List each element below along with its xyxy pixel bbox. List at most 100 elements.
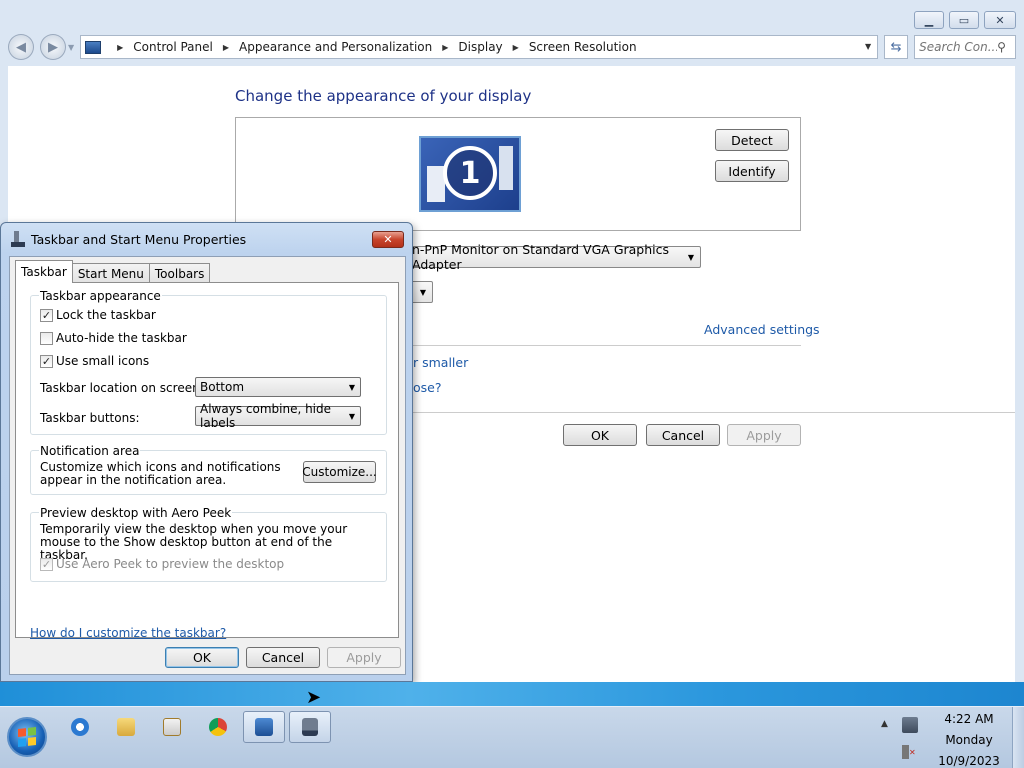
chrome-icon	[209, 718, 227, 736]
buttons-value: Always combine, hide labels	[200, 402, 332, 430]
monitor-1-icon[interactable]: 1	[419, 136, 521, 212]
close-button[interactable]: ✕	[984, 11, 1016, 29]
address-dropdown-icon[interactable]: ▼	[865, 42, 871, 51]
breadcrumb-appearance[interactable]: Appearance and Personalization	[239, 40, 432, 54]
media-player-icon	[163, 718, 181, 736]
control-panel-icon	[85, 40, 102, 54]
refresh-button[interactable]: ⇆	[884, 35, 909, 59]
breadcrumb-display[interactable]: Display	[458, 40, 502, 54]
breadcrumb-separator: ▶	[442, 42, 449, 52]
text-size-link[interactable]: r smaller	[413, 355, 468, 370]
dialog-ok-button[interactable]: OK	[165, 647, 239, 668]
start-button[interactable]	[7, 717, 47, 757]
internet-explorer-taskbar-button[interactable]	[59, 711, 101, 743]
mouse-cursor-icon: ➤	[306, 687, 322, 708]
auto-hide-checkbox[interactable]	[40, 331, 53, 345]
taskbar-properties-dialog: Taskbar and Start Menu Properties ✕ Task…	[0, 222, 413, 682]
display-select[interactable]: n-PnP Monitor on Standard VGA Graphics A…	[391, 242, 701, 272]
divider	[391, 345, 801, 346]
clock-date: 10/9/2023	[938, 754, 1000, 768]
dialog-close-button[interactable]: ✕	[372, 231, 404, 248]
tab-taskbar[interactable]: Taskbar	[15, 260, 73, 283]
monitor-window-graphic	[499, 146, 513, 190]
group-label: Taskbar appearance	[39, 289, 162, 303]
cancel-button[interactable]: Cancel	[646, 424, 720, 446]
identify-button[interactable]: Identify	[715, 160, 789, 182]
lock-taskbar-row[interactable]: ✓ Lock the taskbar	[40, 308, 156, 322]
back-button[interactable]: ◀	[8, 34, 34, 60]
display-settings-help-link[interactable]: ose?	[413, 380, 442, 395]
minimize-button[interactable]: ▁	[914, 11, 944, 29]
auto-hide-row[interactable]: Auto-hide the taskbar	[40, 331, 187, 345]
volume-muted-icon[interactable]	[902, 745, 918, 759]
lock-taskbar-label: Lock the taskbar	[56, 308, 156, 322]
monitor-number: 1	[443, 146, 497, 200]
taskbar-properties-taskbar-button[interactable]	[289, 711, 331, 743]
advanced-settings-link[interactable]: Advanced settings	[704, 322, 820, 337]
address-bar[interactable]: ▶ Control Panel ▶ Appearance and Persona…	[80, 35, 879, 59]
taskbar-appearance-group: Taskbar appearance ✓ Lock the taskbar Au…	[30, 289, 387, 435]
show-desktop-button[interactable]	[1012, 707, 1024, 768]
system-clock[interactable]: 4:22 AM Monday 10/9/2023	[930, 709, 1008, 768]
chevron-down-icon: ▼	[419, 288, 426, 297]
help-link[interactable]: How do I customize the taskbar?	[30, 626, 226, 640]
navigation-bar: ◀ ▶ ▼ ▶ Control Panel ▶ Appearance and P…	[8, 34, 1017, 60]
taskbar: ▲ 4:22 AM Monday 10/9/2023	[0, 706, 1024, 768]
chevron-down-icon: ▼	[348, 412, 355, 421]
forward-button[interactable]: ▶	[39, 34, 66, 60]
tab-strip: Taskbar Start Menu Toolbars	[15, 260, 211, 283]
tab-start-menu[interactable]: Start Menu	[71, 263, 150, 283]
breadcrumb-control-panel[interactable]: Control Panel	[133, 40, 213, 54]
tab-toolbars[interactable]: Toolbars	[148, 263, 211, 283]
clock-day: Monday	[945, 733, 993, 747]
network-icon[interactable]	[902, 717, 918, 733]
window-controls: ▁ ▭ ✕	[914, 11, 1016, 29]
chrome-taskbar-button[interactable]	[197, 711, 239, 743]
chevron-down-icon: ▼	[348, 383, 355, 392]
aero-peek-group: Preview desktop with Aero Peek Temporari…	[30, 506, 387, 582]
media-player-taskbar-button[interactable]	[151, 711, 193, 743]
small-icons-checkbox[interactable]: ✓	[40, 354, 53, 368]
breadcrumb: ▶ Control Panel ▶ Appearance and Persona…	[107, 40, 636, 54]
explorer-taskbar-button[interactable]	[105, 711, 147, 743]
detect-button[interactable]: Detect	[715, 129, 789, 151]
breadcrumb-screen-resolution[interactable]: Screen Resolution	[529, 40, 637, 54]
show-hidden-icons-icon[interactable]: ▲	[881, 719, 888, 729]
search-input[interactable]	[919, 40, 998, 54]
control-panel-icon	[255, 718, 273, 736]
control-panel-taskbar-button[interactable]	[243, 711, 285, 743]
buttons-label: Taskbar buttons:	[40, 411, 140, 425]
customize-button[interactable]: Customize...	[302, 461, 377, 483]
breadcrumb-separator: ▶	[222, 42, 230, 52]
search-icon[interactable]: ⚲	[997, 40, 1006, 54]
small-icons-row[interactable]: ✓ Use small icons	[40, 354, 149, 368]
recent-pages-dropdown-icon[interactable]: ▼	[68, 43, 74, 52]
apply-button: Apply	[727, 424, 801, 446]
clock-time: 4:22 AM	[944, 712, 994, 726]
notification-description: Customize which icons and notifications …	[40, 460, 281, 487]
buttons-select[interactable]: Always combine, hide labels ▼	[195, 402, 361, 430]
windows-logo-icon	[18, 727, 36, 747]
aero-peek-row: ✓ Use Aero Peek to preview the desktop	[40, 557, 284, 571]
close-icon: ✕	[383, 233, 393, 246]
ok-button[interactable]: OK	[563, 424, 637, 446]
taskbar-tab-panel: Taskbar appearance ✓ Lock the taskbar Au…	[15, 282, 399, 640]
maximize-button[interactable]: ▭	[949, 11, 979, 29]
dialog-title: Taskbar and Start Menu Properties	[31, 231, 247, 247]
desktop-background	[0, 682, 1024, 706]
notification-area-group: Notification area Customize which icons …	[30, 444, 387, 495]
taskbar-properties-icon	[302, 718, 318, 736]
dialog-titlebar[interactable]: Taskbar and Start Menu Properties	[11, 231, 246, 247]
dialog-cancel-button[interactable]: Cancel	[246, 647, 320, 668]
dialog-apply-button: Apply	[327, 647, 401, 668]
dialog-body: Taskbar Start Menu Toolbars Taskbar appe…	[9, 256, 406, 675]
page-title: Change the appearance of your display	[235, 87, 532, 105]
search-box[interactable]: ⚲	[914, 35, 1017, 59]
aero-peek-checkbox: ✓	[40, 557, 53, 571]
display-select-value: n-PnP Monitor on Standard VGA Graphics A…	[412, 242, 670, 272]
aero-peek-label: Use Aero Peek to preview the desktop	[56, 557, 285, 571]
auto-hide-label: Auto-hide the taskbar	[56, 331, 187, 345]
lock-taskbar-checkbox[interactable]: ✓	[40, 308, 53, 322]
location-label: Taskbar location on screen:	[40, 381, 204, 395]
location-select[interactable]: Bottom ▼	[195, 377, 361, 397]
